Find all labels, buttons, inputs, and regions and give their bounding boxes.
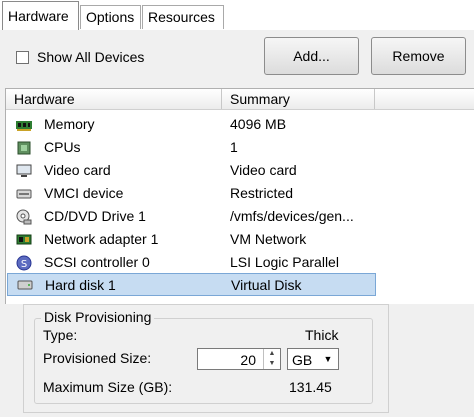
memory-icon <box>16 117 32 132</box>
remove-button[interactable]: Remove <box>371 37 466 75</box>
row-name: Video card <box>44 162 111 178</box>
row-name: CPUs <box>44 139 81 155</box>
size-unit-value: GB <box>292 352 313 368</box>
provisioned-size-value: 20 <box>240 352 256 368</box>
tab-options[interactable]: Options <box>80 5 141 29</box>
table-row[interactable]: Network adapter 1 VM Network <box>6 228 474 251</box>
row-summary: Video card <box>230 162 297 178</box>
add-button[interactable]: Add... <box>264 37 359 75</box>
row-summary: 4096 MB <box>230 116 287 132</box>
show-all-devices-label: Show All Devices <box>37 49 145 65</box>
row-summary: 1 <box>230 139 238 155</box>
table-row[interactable]: S SCSI controller 0 LSI Logic Parallel <box>6 251 474 274</box>
provisioned-size-label: Provisioned Size: <box>43 350 152 366</box>
spin-down-icon[interactable]: ▼ <box>264 359 280 369</box>
svg-text:S: S <box>21 259 27 270</box>
spin-buttons[interactable]: ▲ ▼ <box>263 349 280 369</box>
row-name: VMCI device <box>44 185 124 201</box>
table-row[interactable]: Memory 4096 MB <box>6 113 474 136</box>
column-header-hardware[interactable]: Hardware <box>6 89 222 109</box>
maximum-size-value: 131.45 <box>289 379 332 395</box>
table-row-selected[interactable]: Hard disk 1 Virtual Disk <box>7 273 376 296</box>
provisioned-size-stepper[interactable]: 20 ▲ ▼ <box>197 348 281 370</box>
tab-bar: Hardware Options Resources <box>0 0 474 31</box>
type-label: Type: <box>43 327 78 343</box>
type-value: Thick <box>305 327 339 343</box>
row-summary: LSI Logic Parallel <box>230 254 339 270</box>
row-summary: /vmfs/devices/gen... <box>230 208 354 224</box>
table-row[interactable]: Video card Video card <box>6 159 474 182</box>
maximum-size-label: Maximum Size (GB): <box>43 379 173 395</box>
row-summary: Virtual Disk <box>231 277 302 293</box>
chevron-down-icon[interactable]: ▼ <box>321 352 335 366</box>
size-unit-select[interactable]: GB ▼ <box>287 348 339 370</box>
row-summary: Restricted <box>230 185 294 201</box>
row-summary: VM Network <box>230 231 307 247</box>
table-row[interactable]: CD/DVD Drive 1 /vmfs/devices/gen... <box>6 205 474 228</box>
cd-dvd-icon <box>16 209 32 224</box>
disk-provisioning-legend: Disk Provisioning <box>41 309 155 325</box>
row-name: CD/DVD Drive 1 <box>44 208 146 224</box>
hardware-table: Hardware Summary Memory 4096 MB CPUs 1 V… <box>5 88 474 304</box>
show-all-devices-checkbox[interactable] <box>16 50 29 64</box>
vmci-device-icon <box>16 186 32 201</box>
show-all-devices-toggle[interactable]: Show All Devices <box>16 47 144 67</box>
tab-resources[interactable]: Resources <box>142 5 224 29</box>
row-name: Hard disk 1 <box>45 277 116 293</box>
table-row[interactable]: VMCI device Restricted <box>6 182 474 205</box>
table-row[interactable]: CPUs 1 <box>6 136 474 159</box>
table-header: Hardware Summary <box>6 89 474 110</box>
tab-hardware[interactable]: Hardware <box>2 1 79 31</box>
network-adapter-icon <box>16 232 32 247</box>
row-name: Memory <box>44 116 95 132</box>
video-card-icon <box>16 163 32 178</box>
row-name: SCSI controller 0 <box>44 254 150 270</box>
cpu-icon <box>16 140 32 155</box>
column-header-summary[interactable]: Summary <box>222 89 375 109</box>
scsi-controller-icon: S <box>16 255 32 270</box>
spin-up-icon[interactable]: ▲ <box>264 349 280 359</box>
row-name: Network adapter 1 <box>44 231 159 247</box>
hard-disk-icon <box>17 277 33 292</box>
